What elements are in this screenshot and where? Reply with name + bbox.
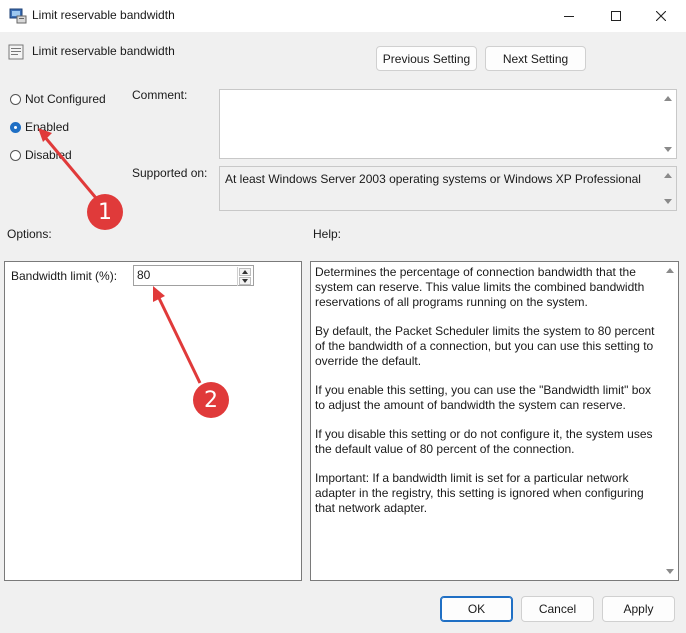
annotation-arrows <box>38 128 202 384</box>
annotation-arrow-2 <box>156 295 202 384</box>
annotation-badge-1: 1 <box>87 194 123 230</box>
annotation-arrowhead-1 <box>38 128 52 142</box>
annotation-arrow-1 <box>42 135 98 199</box>
annotation-badge-2: 2 <box>193 382 229 418</box>
